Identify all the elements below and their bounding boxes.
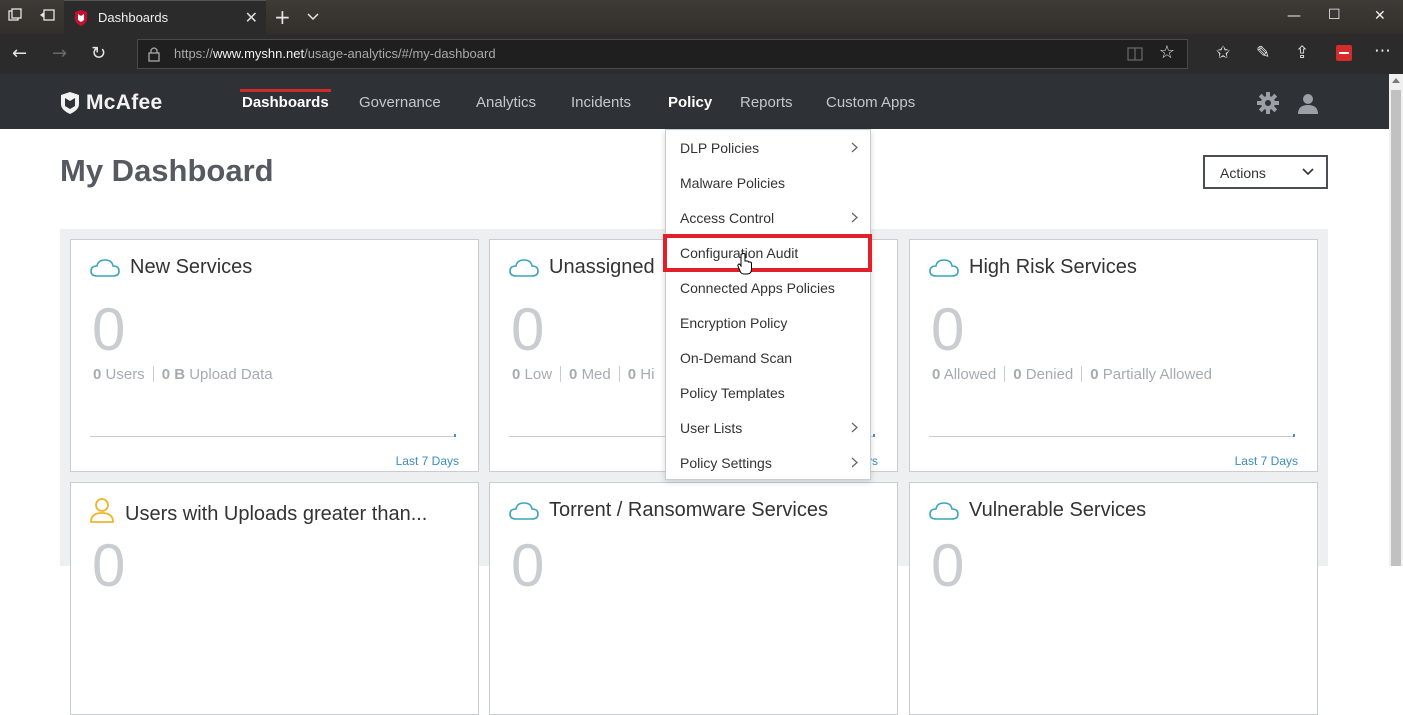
shield-icon <box>61 92 79 114</box>
url-text: https://www.myshn.net/usage-analytics/#/… <box>174 46 496 61</box>
card-torrent-ransomware[interactable]: Torrent / Ransomware Services 0 <box>489 482 898 715</box>
nav-custom-apps[interactable]: Custom Apps <box>826 94 915 111</box>
window-close-icon[interactable]: ✕ <box>1374 8 1386 24</box>
mcafee-favicon <box>75 10 87 26</box>
back-arrow-icon[interactable]: ← <box>12 43 27 64</box>
card-value: 0 <box>92 296 126 363</box>
cloud-icon <box>509 259 539 277</box>
favorites-list-icon[interactable]: ✩ <box>1216 43 1230 63</box>
cloud-icon <box>929 502 959 520</box>
menu-item-connected-apps-policies[interactable]: Connected Apps Policies <box>666 270 870 305</box>
hand-cursor-icon <box>737 253 752 275</box>
nav-reports[interactable]: Reports <box>740 94 793 111</box>
sparkline <box>90 434 456 437</box>
card-users-uploads[interactable]: Users with Uploads greater than... 0 <box>70 482 479 715</box>
actions-dropdown-button[interactable]: Actions <box>1203 155 1328 189</box>
new-tab-icon[interactable]: + <box>274 5 291 29</box>
reading-view-icon[interactable] <box>1127 46 1143 62</box>
page-title: My Dashboard <box>60 153 274 188</box>
menu-item-encryption-policy[interactable]: Encryption Policy <box>666 305 870 340</box>
tab-title: Dashboards <box>98 10 169 25</box>
card-stats: 0 Allowed 0 Denied 0 Partially Allowed <box>932 366 1213 383</box>
card-value: 0 <box>511 296 545 363</box>
browser-address-bar: ← → ↻ https://www.myshn.net/usage-analyt… <box>0 34 1403 74</box>
time-range-link[interactable]: Last 7 Days <box>1235 454 1298 468</box>
scroll-up-icon[interactable] <box>1392 78 1400 83</box>
menu-item-policy-settings[interactable]: Policy Settings <box>666 445 870 480</box>
chevron-down-icon[interactable] <box>306 10 320 24</box>
card-new-services[interactable]: New Services 0 0 Users 0 B Upload Data La… <box>70 239 479 472</box>
mcafee-logo[interactable]: McAfee <box>60 91 163 115</box>
person-icon <box>90 498 114 523</box>
nav-policy[interactable]: Policy <box>668 94 712 111</box>
cloud-icon <box>929 259 959 277</box>
highlight-annotation <box>663 234 872 272</box>
nav-dashboards[interactable]: Dashboards <box>242 94 329 111</box>
gear-icon[interactable] <box>1257 92 1279 114</box>
sparkline <box>929 434 1295 437</box>
star-icon[interactable]: ☆ <box>1159 42 1175 63</box>
time-range-link[interactable]: Last 7 Days <box>396 454 459 468</box>
share-icon[interactable]: ⇪ <box>1295 43 1309 63</box>
url-input[interactable]: https://www.myshn.net/usage-analytics/#/… <box>137 39 1188 69</box>
menu-item-dlp-policies[interactable]: DLP Policies <box>666 130 870 165</box>
card-value: 0 <box>931 532 965 599</box>
menu-item-malware-policies[interactable]: Malware Policies <box>666 165 870 200</box>
card-value: 0 <box>931 296 965 363</box>
set-aside-tabs-icon[interactable] <box>38 8 56 26</box>
refresh-icon[interactable]: ↻ <box>91 43 106 64</box>
chevron-down-icon <box>1302 168 1314 176</box>
more-icon[interactable]: ⋯ <box>1374 41 1391 61</box>
browser-tab-bar: Dashboards ✕ + — ☐ ✕ <box>0 0 1403 34</box>
cloud-icon <box>509 502 539 520</box>
nav-governance[interactable]: Governance <box>359 94 441 111</box>
menu-item-access-control[interactable]: Access Control <box>666 200 870 235</box>
menu-item-user-lists[interactable]: User Lists <box>666 410 870 445</box>
card-value: 0 <box>511 532 545 599</box>
nav-incidents[interactable]: Incidents <box>571 94 631 111</box>
menu-item-on-demand-scan[interactable]: On-Demand Scan <box>666 340 870 375</box>
extension-icon[interactable] <box>1336 45 1352 61</box>
tab-actions-icon[interactable] <box>6 8 24 26</box>
menu-item-policy-templates[interactable]: Policy Templates <box>666 375 870 410</box>
card-vulnerable-services[interactable]: Vulnerable Services 0 <box>909 482 1318 715</box>
chevron-right-icon <box>851 142 858 153</box>
lock-icon <box>148 47 160 62</box>
forward-arrow-icon[interactable]: → <box>52 43 67 64</box>
active-tab[interactable]: Dashboards ✕ <box>64 0 266 34</box>
card-value: 0 <box>92 532 126 599</box>
chevron-right-icon <box>851 422 858 433</box>
maximize-icon[interactable]: ☐ <box>1328 7 1341 23</box>
active-nav-indicator <box>240 89 331 92</box>
card-stats: 0 Users 0 B Upload Data <box>93 366 273 383</box>
policy-dropdown-menu: DLP Policies Malware Policies Access Con… <box>665 129 871 480</box>
cloud-icon <box>90 259 120 277</box>
card-high-risk-services[interactable]: High Risk Services 0 0 Allowed 0 Denied 0 … <box>909 239 1318 472</box>
close-tab-icon[interactable]: ✕ <box>245 8 258 27</box>
scroll-thumb[interactable] <box>1391 90 1401 566</box>
app-header: McAfee Dashboards Governance Analytics I… <box>0 74 1389 129</box>
card-stats: 0 Low 0 Med 0 Hi <box>512 366 655 383</box>
user-icon[interactable] <box>1297 92 1319 114</box>
pen-icon[interactable]: ✎ <box>1256 43 1270 63</box>
chevron-right-icon <box>851 212 858 223</box>
page-scrollbar[interactable] <box>1389 74 1403 566</box>
minimize-icon[interactable]: — <box>1287 8 1301 24</box>
chevron-right-icon <box>851 457 858 468</box>
nav-analytics[interactable]: Analytics <box>476 94 536 111</box>
